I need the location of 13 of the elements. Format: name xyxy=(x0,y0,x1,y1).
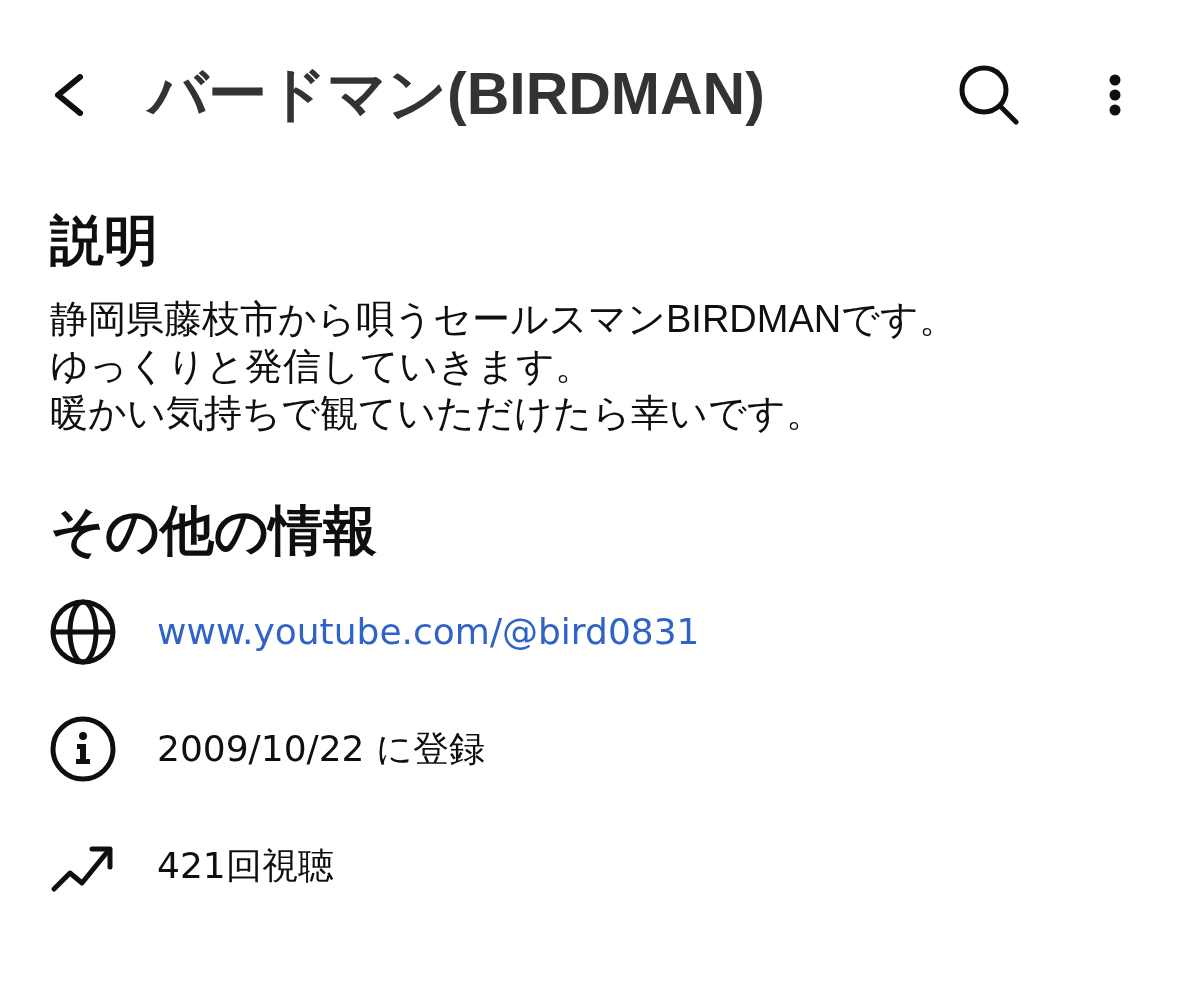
info-icon xyxy=(50,716,116,782)
more-info-heading: その他の情報 xyxy=(50,500,377,560)
description-line: 静岡県藤枝市から唄うセールスマンBIRDMANです。 xyxy=(50,297,958,342)
joined-date: 2009/10/22 に登録 xyxy=(157,727,485,771)
channel-title: バードマン(BIRDMAN) xyxy=(148,60,765,129)
description-line: 暖かい気持ちで観ていただけたら幸いです。 xyxy=(50,391,824,436)
view-count: 421回視聴 xyxy=(157,844,334,888)
channel-link[interactable]: www.youtube.com/@bird0831 xyxy=(157,610,700,654)
search-button[interactable] xyxy=(958,64,1020,126)
more-options-button[interactable] xyxy=(1108,74,1122,116)
description-heading: 説明 xyxy=(50,210,158,270)
description-line: ゆっくりと発信していきます。 xyxy=(50,344,593,389)
globe-icon xyxy=(50,599,116,665)
